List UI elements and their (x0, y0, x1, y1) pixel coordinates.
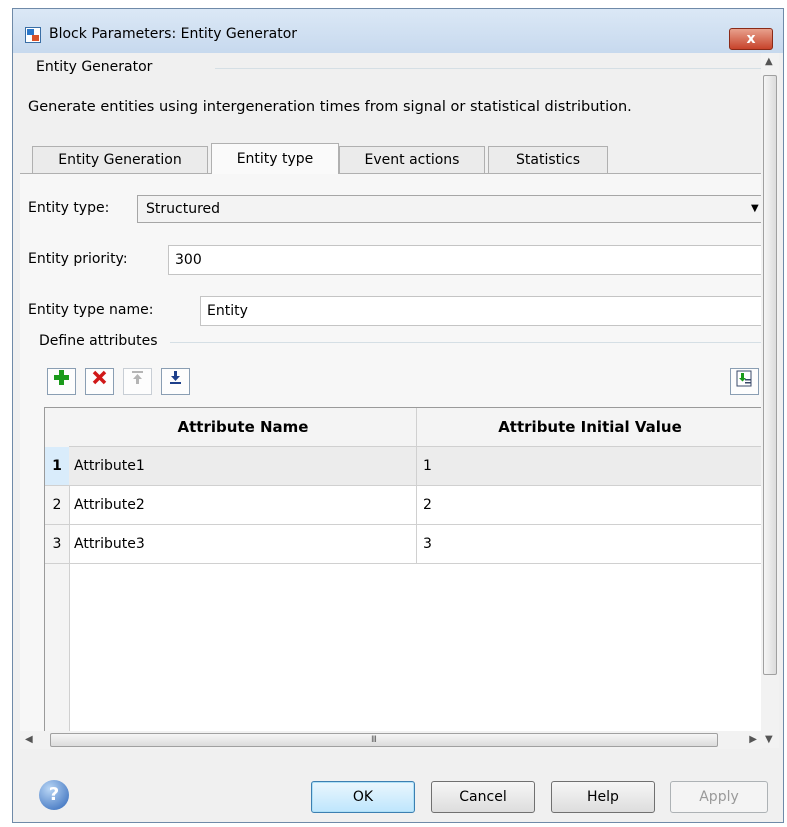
entity-type-name-label: Entity type name: (28, 302, 154, 318)
dialog-window: Block Parameters: Entity Generator x Ent… (12, 8, 784, 823)
horizontal-scrollbar[interactable]: ◀ III ▶ (20, 731, 762, 749)
scroll-down-arrow-icon[interactable]: ▼ (765, 734, 773, 745)
column-divider (416, 408, 417, 564)
vertical-scrollbar[interactable]: ▲ ▼ (761, 53, 779, 748)
move-up-button[interactable] (123, 368, 152, 395)
cancel-button[interactable]: Cancel (431, 781, 535, 813)
attributes-divider (170, 342, 762, 343)
window-title: Block Parameters: Entity Generator (49, 26, 298, 42)
entity-priority-input[interactable]: 300 (168, 245, 762, 275)
delete-attribute-button[interactable] (85, 368, 114, 395)
help-button[interactable]: Help (551, 781, 655, 813)
import-icon (736, 370, 752, 387)
move-up-icon (132, 371, 143, 384)
table-header: Attribute Name Attribute Initial Value (45, 408, 761, 447)
table-row[interactable]: 2 Attribute2 2 (45, 486, 761, 525)
entity-type-label: Entity type: (28, 200, 110, 216)
define-attributes-label: Define attributes (37, 333, 160, 349)
entity-type-name-input[interactable]: Entity (200, 296, 762, 326)
dialog-content: Entity Generator Generate entities using… (20, 53, 762, 749)
attribute-name-cell[interactable]: Attribute2 (74, 486, 145, 524)
attribute-value-cell[interactable]: 3 (423, 525, 432, 563)
column-header-attribute-name[interactable]: Attribute Name (69, 408, 417, 446)
simulink-app-icon (25, 27, 41, 43)
attribute-name-cell[interactable]: Attribute1 (74, 447, 145, 485)
vertical-scroll-thumb[interactable] (763, 75, 777, 675)
table-row[interactable]: 3 Attribute3 3 (45, 525, 761, 564)
table-row[interactable]: 1 Attribute1 1 (45, 447, 761, 486)
group-divider (215, 68, 762, 69)
title-bar: Block Parameters: Entity Generator x (13, 9, 783, 53)
row-number: 2 (52, 497, 62, 513)
close-button[interactable]: x (729, 28, 773, 50)
tab-statistics[interactable]: Statistics (488, 146, 608, 173)
attribute-value-cell[interactable]: 2 (423, 486, 432, 524)
tab-entity-type[interactable]: Entity type (211, 143, 339, 174)
horizontal-scroll-thumb[interactable]: III (50, 733, 718, 747)
scroll-left-arrow-icon[interactable]: ◀ (25, 734, 33, 745)
move-down-icon (170, 371, 181, 384)
entity-type-value: Structured (146, 201, 221, 217)
column-header-initial-value[interactable]: Attribute Initial Value (417, 408, 761, 446)
ok-button[interactable]: OK (311, 781, 415, 813)
row-number: 3 (52, 536, 62, 552)
add-attribute-button[interactable] (47, 368, 76, 395)
help-question-icon[interactable]: ? (39, 780, 69, 810)
scroll-grip: III (371, 735, 377, 745)
move-down-button[interactable] (161, 368, 190, 395)
entity-priority-label: Entity priority: (28, 251, 128, 267)
tab-event-actions[interactable]: Event actions (339, 146, 485, 173)
attributes-table[interactable]: Attribute Name Attribute Initial Value 1… (44, 407, 762, 743)
add-icon (54, 370, 69, 385)
scroll-right-arrow-icon[interactable]: ▶ (749, 734, 757, 745)
apply-button[interactable]: Apply (670, 781, 768, 813)
block-group-title: Entity Generator (34, 59, 155, 75)
row-number: 1 (45, 447, 69, 485)
entity-type-select[interactable]: Structured ▼ (137, 195, 762, 223)
import-attributes-button[interactable] (730, 368, 759, 395)
attribute-value-cell[interactable]: 1 (423, 447, 432, 485)
block-description: Generate entities using intergeneration … (28, 99, 632, 115)
attribute-name-cell[interactable]: Attribute3 (74, 525, 145, 563)
scroll-up-arrow-icon[interactable]: ▲ (765, 56, 773, 67)
dropdown-arrow-icon[interactable]: ▼ (751, 196, 761, 222)
delete-icon (92, 370, 107, 385)
tab-entity-generation[interactable]: Entity Generation (32, 146, 208, 173)
